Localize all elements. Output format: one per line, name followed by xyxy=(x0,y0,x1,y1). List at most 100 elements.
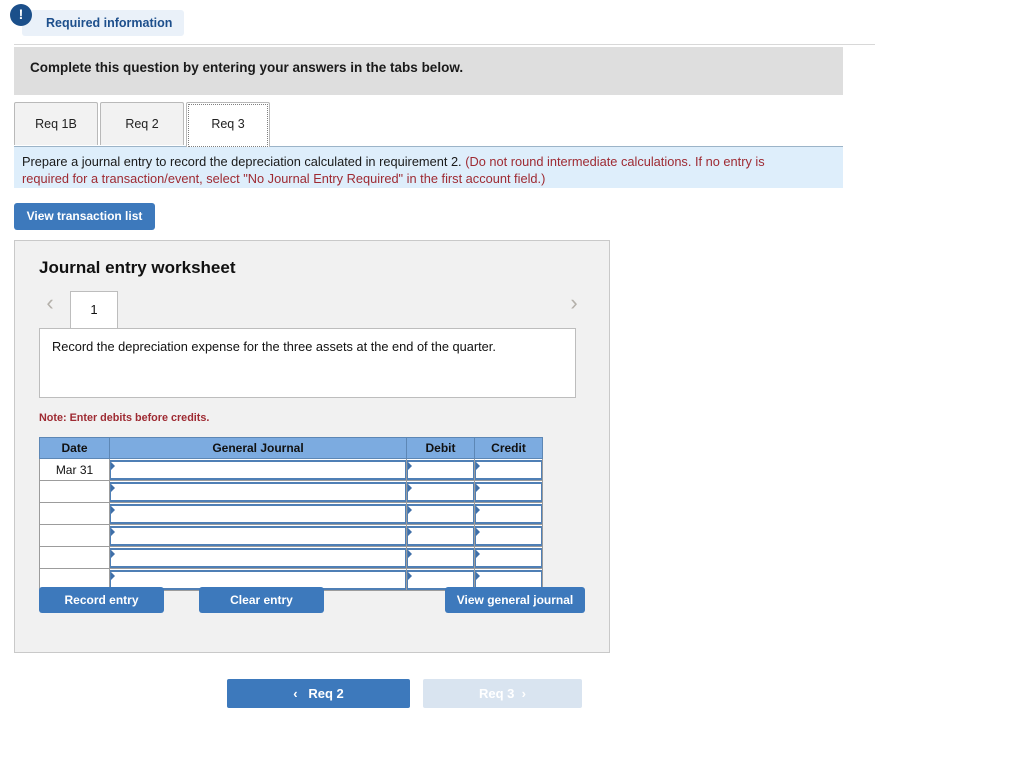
credit-input[interactable] xyxy=(475,547,542,568)
worksheet-description: Record the depreciation expense for the … xyxy=(39,328,576,398)
tab-req-1b[interactable]: Req 1B xyxy=(14,102,98,145)
dropdown-marker-icon xyxy=(476,571,480,580)
journal-entry-worksheet-panel: Journal entry worksheet ‹ 1 › Record the… xyxy=(14,240,610,653)
dropdown-marker-icon xyxy=(408,527,412,536)
general-journal-input[interactable] xyxy=(110,481,406,502)
clear-entry-button[interactable]: Clear entry xyxy=(199,587,324,613)
table-row xyxy=(39,524,543,547)
prompt-red-2: required for a transaction/event, select… xyxy=(22,171,546,186)
journal-entry-table: Date General Journal Debit Credit Mar 31 xyxy=(39,437,543,591)
view-general-journal-button[interactable]: View general journal xyxy=(445,587,585,613)
debit-input-cell xyxy=(406,524,475,547)
required-information-label: Required information xyxy=(22,10,185,36)
chevron-left-icon: ‹ xyxy=(293,686,298,701)
debit-input[interactable] xyxy=(407,481,474,502)
credit-input[interactable] xyxy=(475,503,542,524)
dropdown-marker-icon xyxy=(408,505,412,514)
general-journal-input-cell xyxy=(109,524,407,547)
date-cell[interactable]: Mar 31 xyxy=(39,458,110,481)
column-header-date: Date xyxy=(39,437,110,459)
header-divider xyxy=(14,44,875,45)
dropdown-marker-icon xyxy=(111,461,115,470)
dropdown-marker-icon xyxy=(408,571,412,580)
record-entry-button[interactable]: Record entry xyxy=(39,587,164,613)
worksheet-page-tab-1[interactable]: 1 xyxy=(70,291,118,329)
date-cell[interactable] xyxy=(39,480,110,503)
clipped-top-content: ········▬▬ xyxy=(0,0,1020,8)
next-requirement-label: Req 3 xyxy=(479,686,515,701)
dropdown-marker-icon xyxy=(408,483,412,492)
dropdown-marker-icon xyxy=(476,461,480,470)
requirement-prompt-text: Prepare a journal entry to record the de… xyxy=(22,153,833,187)
dropdown-marker-icon xyxy=(476,549,480,558)
debit-input[interactable] xyxy=(407,459,474,480)
instruction-bar-text: Complete this question by entering your … xyxy=(30,60,464,75)
debit-input[interactable] xyxy=(407,547,474,568)
chevron-right-icon[interactable]: › xyxy=(563,291,585,317)
clipped-text-fragment: ·· xyxy=(712,0,719,5)
table-row: Mar 31 xyxy=(39,458,543,481)
tab-req-3[interactable]: Req 3 xyxy=(186,102,270,147)
credit-input-cell xyxy=(474,546,543,569)
table-header-row: Date General Journal Debit Credit xyxy=(39,437,543,459)
column-header-general-journal: General Journal xyxy=(109,437,407,459)
debit-input[interactable] xyxy=(407,525,474,546)
question-page: ········▬▬ ! Required information Comple… xyxy=(0,0,1020,758)
dropdown-marker-icon xyxy=(476,483,480,492)
worksheet-title: Journal entry worksheet xyxy=(39,258,236,277)
dropdown-marker-icon xyxy=(111,549,115,558)
view-transaction-list-button[interactable]: View transaction list xyxy=(14,203,155,230)
requirement-tabstrip: Req 1B Req 2 Req 3 xyxy=(14,102,843,147)
dropdown-marker-icon xyxy=(476,527,480,536)
date-cell[interactable] xyxy=(39,524,110,547)
chevron-right-icon: › xyxy=(521,686,526,701)
clipped-text-fragment: · xyxy=(260,0,264,5)
exclamation-icon: ! xyxy=(10,4,32,26)
prompt-red-1: (Do not round intermediate calculations.… xyxy=(465,154,765,169)
debit-input[interactable] xyxy=(407,503,474,524)
table-row xyxy=(39,546,543,569)
dropdown-marker-icon xyxy=(408,549,412,558)
clipped-text-fragment: · xyxy=(382,0,386,5)
debits-before-credits-note: Note: Enter debits before credits. xyxy=(39,412,210,424)
tab-req-2-label: Req 2 xyxy=(125,117,159,131)
tab-req-1b-label: Req 1B xyxy=(35,117,77,131)
debit-input-cell xyxy=(406,502,475,525)
general-journal-input-cell xyxy=(109,458,407,481)
dropdown-marker-icon xyxy=(111,571,115,580)
dropdown-marker-icon xyxy=(408,461,412,470)
column-header-debit: Debit xyxy=(406,437,475,459)
chevron-left-icon[interactable]: ‹ xyxy=(39,291,61,317)
table-row xyxy=(39,480,543,503)
credit-input-cell xyxy=(474,458,543,481)
dropdown-marker-icon xyxy=(111,483,115,492)
debit-input-cell xyxy=(406,458,475,481)
debit-input-cell xyxy=(406,480,475,503)
general-journal-input[interactable] xyxy=(110,459,406,480)
previous-requirement-button[interactable]: ‹ Req 2 xyxy=(227,679,410,708)
credit-input-cell xyxy=(474,502,543,525)
general-journal-input[interactable] xyxy=(110,547,406,568)
general-journal-input-cell xyxy=(109,480,407,503)
previous-requirement-label: Req 2 xyxy=(308,686,344,701)
date-cell[interactable] xyxy=(39,502,110,525)
credit-input[interactable] xyxy=(475,459,542,480)
dropdown-marker-icon xyxy=(111,505,115,514)
credit-input[interactable] xyxy=(475,481,542,502)
general-journal-input-cell xyxy=(109,502,407,525)
debit-input-cell xyxy=(406,546,475,569)
date-cell[interactable] xyxy=(39,546,110,569)
tab-req-3-label: Req 3 xyxy=(211,117,245,131)
tab-req-2[interactable]: Req 2 xyxy=(100,102,184,145)
general-journal-input[interactable] xyxy=(110,503,406,524)
requirement-prompt: Prepare a journal entry to record the de… xyxy=(14,146,843,188)
general-journal-input[interactable] xyxy=(110,525,406,546)
credit-input-cell xyxy=(474,524,543,547)
table-row xyxy=(39,502,543,525)
prompt-lead: Prepare a journal entry to record the de… xyxy=(22,154,462,169)
column-header-credit: Credit xyxy=(474,437,543,459)
clipped-text-fragment: ·· xyxy=(660,0,667,5)
clipped-text-fragment: · xyxy=(798,0,802,5)
next-requirement-button[interactable]: Req 3 › xyxy=(423,679,582,708)
credit-input[interactable] xyxy=(475,525,542,546)
